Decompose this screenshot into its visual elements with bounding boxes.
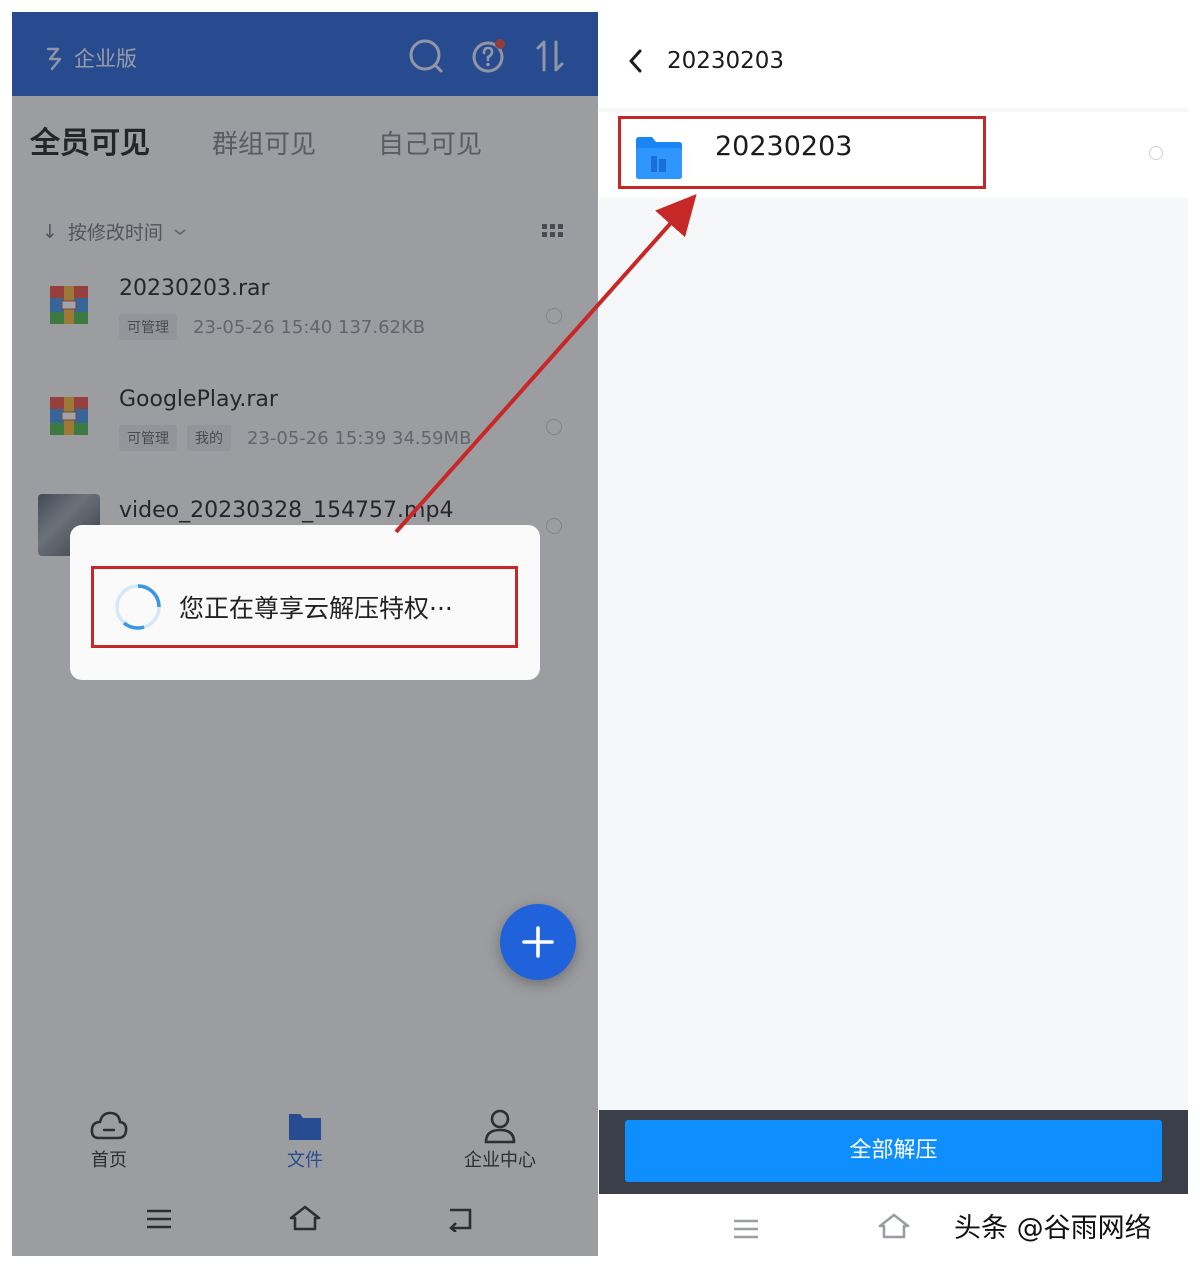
page-title: 20230203: [667, 48, 785, 74]
top-header: 20230203: [599, 12, 1188, 108]
add-button[interactable]: [500, 904, 576, 980]
left-phone-screen: 企业版 全员可见 群组可见 自己可见 ↓ 按修改时间 20230203.rar …: [12, 12, 598, 1256]
folder-icon: [636, 137, 682, 179]
loading-message: 您正在尊享云解压特权···: [179, 594, 453, 623]
back-arrow-icon[interactable]: [627, 48, 645, 74]
highlight-box: 您正在尊享云解压特权···: [91, 566, 518, 648]
extract-all-button[interactable]: 全部解压: [625, 1120, 1162, 1182]
plus-icon: [522, 926, 554, 958]
select-radio[interactable]: [1149, 146, 1163, 160]
folder-name: 20230203: [715, 131, 853, 162]
bottom-action-bar: 全部解压: [599, 1110, 1188, 1194]
highlight-box: 20230203: [618, 116, 986, 189]
system-nav-bar: 头条 @谷雨网络: [599, 1194, 1188, 1256]
right-phone-screen: 20230203 20230203 全部解压 头条 @谷雨网络: [599, 12, 1188, 1256]
menu-icon[interactable]: [733, 1218, 759, 1240]
watermark: 头条 @谷雨网络: [954, 1213, 1152, 1244]
home-icon[interactable]: [877, 1212, 911, 1240]
loading-spinner-icon: [115, 584, 161, 630]
loading-dialog: 您正在尊享云解压特权···: [70, 525, 540, 680]
list-item[interactable]: 20230203: [599, 112, 1188, 198]
